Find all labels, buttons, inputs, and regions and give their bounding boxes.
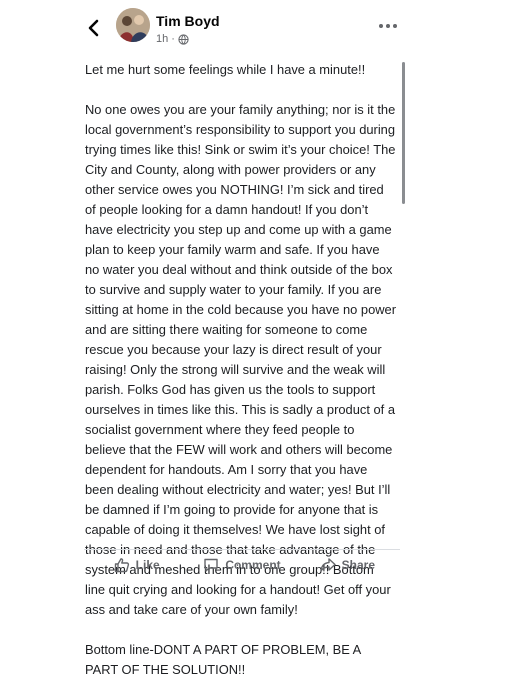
post-header: Tim Boyd 1h · — [0, 0, 530, 56]
comment-label: Comment — [225, 557, 281, 572]
more-options-icon[interactable] — [377, 20, 399, 32]
back-arrow-icon[interactable] — [84, 18, 104, 38]
avatar[interactable] — [116, 8, 150, 42]
post-actions: Like Comment Share — [84, 552, 400, 577]
post-body: Let me hurt some feelings while I have a… — [85, 60, 397, 680]
post-meta: 1h · — [156, 33, 189, 45]
post-paragraph-2: No one owes you are your family anything… — [85, 102, 397, 617]
post-time[interactable]: 1h — [156, 33, 168, 45]
share-arrow-icon — [319, 557, 336, 572]
meta-separator: · — [171, 33, 175, 45]
share-label: Share — [341, 557, 375, 572]
like-button[interactable]: Like — [84, 552, 189, 577]
post-paragraph-3: Bottom line-DONT A PART OF PROBLEM, BE A… — [85, 642, 361, 677]
actions-divider — [84, 549, 400, 550]
scrollbar[interactable] — [402, 62, 405, 204]
comment-button[interactable]: Comment — [189, 552, 294, 577]
post-paragraph-1: Let me hurt some feelings while I have a… — [85, 62, 366, 77]
globe-icon — [178, 33, 189, 45]
author-name[interactable]: Tim Boyd — [156, 13, 220, 29]
comment-bubble-icon — [204, 558, 219, 572]
like-label: Like — [135, 557, 160, 572]
thumbs-up-icon — [114, 557, 129, 572]
share-button[interactable]: Share — [295, 552, 400, 577]
